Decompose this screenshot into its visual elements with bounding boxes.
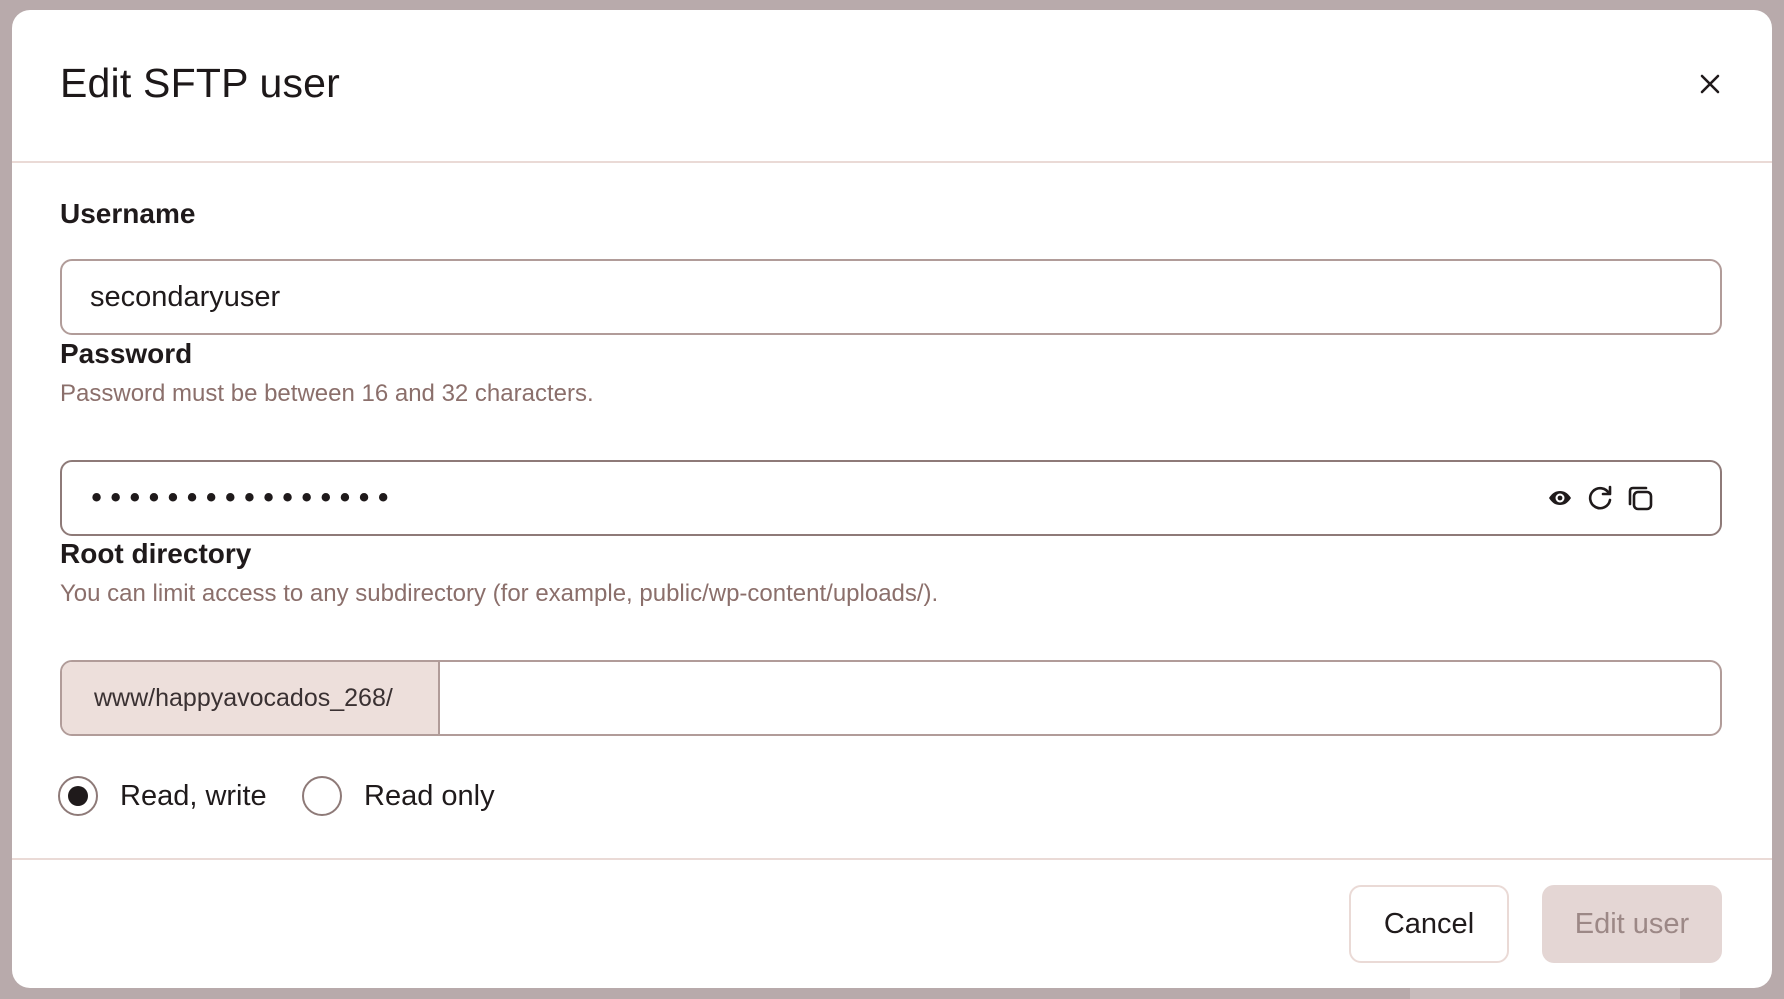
password-hint: Password must be between 16 and 32 chara… xyxy=(60,380,594,407)
root-directory-prefix: www/happyavocados_268/ xyxy=(62,662,440,734)
radio-read-write[interactable]: Read, write xyxy=(58,772,267,820)
radio-read-only[interactable]: Read only xyxy=(302,772,495,820)
username-label: Username xyxy=(60,198,196,229)
copy-password-button[interactable] xyxy=(1622,480,1658,516)
root-directory-label: Root directory xyxy=(60,538,252,569)
dialog-header: Edit SFTP user xyxy=(12,10,1772,163)
cancel-button[interactable]: Cancel xyxy=(1349,885,1509,963)
close-button[interactable] xyxy=(1692,66,1728,102)
root-directory-field: www/happyavocados_268/ xyxy=(60,660,1722,736)
refresh-icon xyxy=(1588,485,1612,510)
close-icon xyxy=(1700,74,1720,94)
password-field xyxy=(60,460,1722,536)
eye-icon xyxy=(1549,491,1571,505)
radio-read-only-label: Read only xyxy=(364,779,495,812)
footer-divider xyxy=(12,858,1772,860)
edit-sftp-user-dialog: Edit SFTP user Username Password Passwor… xyxy=(12,10,1772,988)
show-password-button[interactable] xyxy=(1542,480,1578,516)
password-input[interactable] xyxy=(88,472,1388,524)
copy-icon xyxy=(1628,486,1653,511)
radio-button-checked[interactable] xyxy=(58,776,98,816)
regenerate-password-button[interactable] xyxy=(1582,480,1618,516)
edit-user-button[interactable]: Edit user xyxy=(1542,885,1722,963)
root-directory-input[interactable] xyxy=(440,662,1720,734)
root-directory-hint: You can limit access to any subdirectory… xyxy=(60,580,939,607)
radio-read-write-label: Read, write xyxy=(120,779,267,812)
username-input[interactable] xyxy=(60,259,1722,335)
password-label: Password xyxy=(60,338,193,369)
dialog-title: Edit SFTP user xyxy=(60,60,341,106)
radio-button-unchecked[interactable] xyxy=(302,776,342,816)
